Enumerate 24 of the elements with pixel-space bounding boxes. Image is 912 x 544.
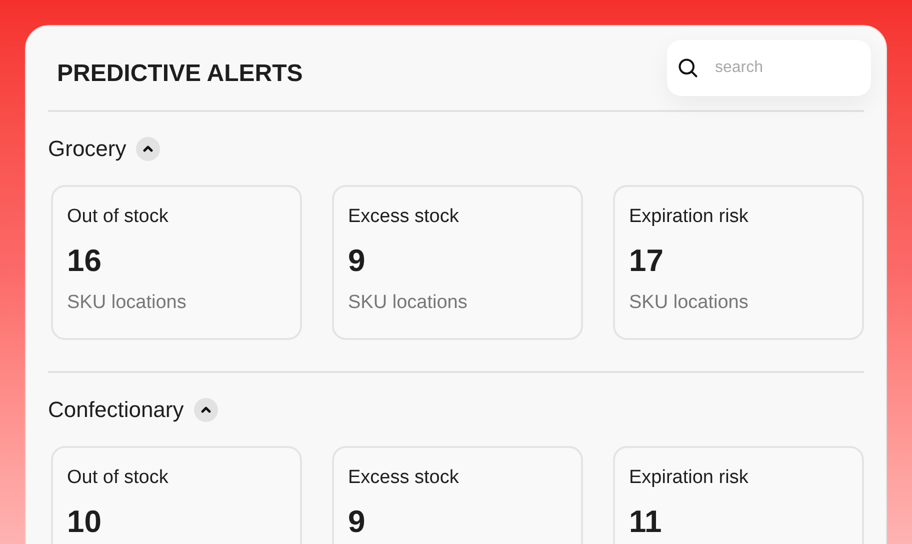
search-field[interactable]: search — [667, 40, 871, 96]
alert-count: 9 — [348, 503, 366, 541]
chevron-up-icon — [200, 406, 211, 413]
alert-type: Excess stock — [348, 466, 460, 490]
alert-count: 17 — [629, 242, 664, 280]
alert-type: Out of stock — [67, 466, 170, 490]
alert-count: 10 — [67, 503, 102, 541]
section-title: Grocery — [48, 135, 126, 163]
chevron-up-icon — [143, 145, 154, 152]
section-title: Confectionary — [48, 396, 184, 424]
alert-unit: SKU locations — [629, 291, 750, 315]
alert-count: 9 — [348, 242, 366, 280]
alert-unit: SKU locations — [67, 291, 188, 315]
alert-count: 16 — [67, 242, 102, 280]
alert-unit: SKU locations — [348, 291, 468, 315]
collapse-toggle[interactable] — [136, 136, 160, 160]
alert-type: Expiration risk — [629, 466, 750, 490]
alert-type: Out of stock — [67, 205, 170, 229]
alert-type: Excess stock — [348, 205, 460, 229]
alert-type: Expiration risk — [629, 205, 750, 229]
search-icon — [677, 57, 699, 79]
alert-count: 11 — [629, 503, 663, 541]
panel-title: PREDICTIVE ALERTS — [56, 59, 303, 89]
collapse-toggle[interactable] — [194, 398, 218, 422]
